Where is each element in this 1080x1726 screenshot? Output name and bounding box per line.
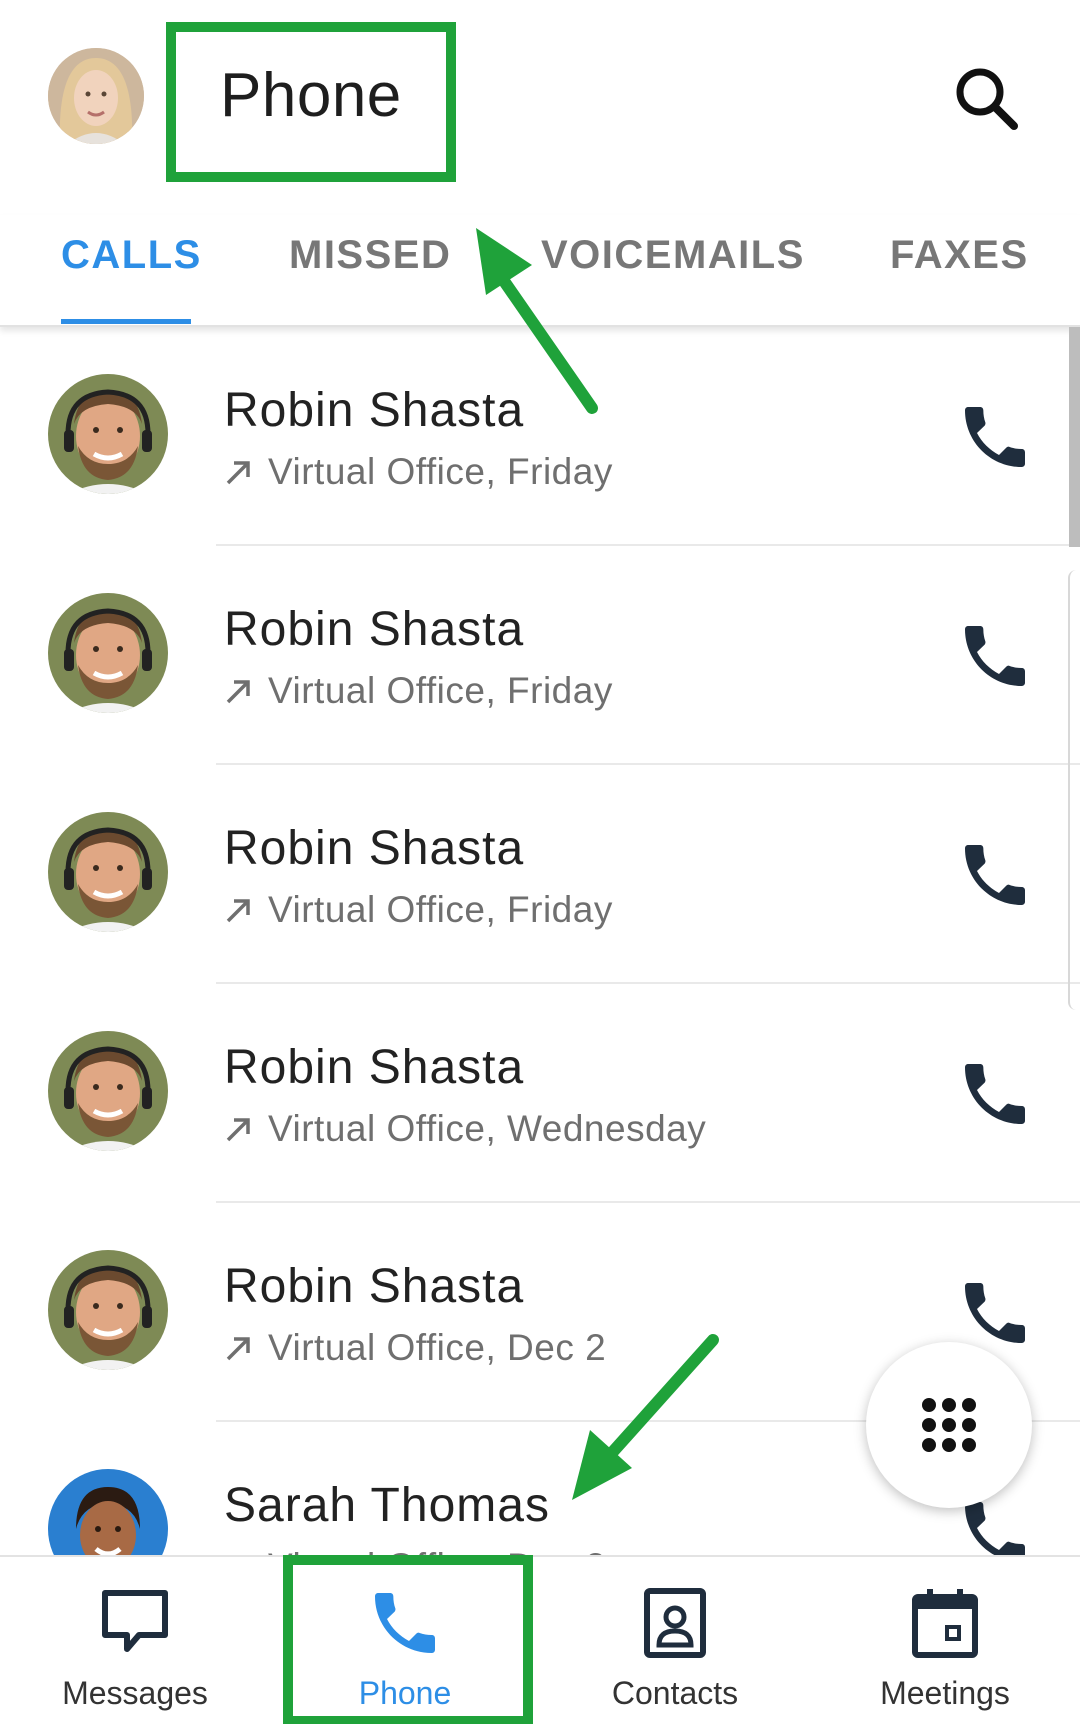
call-detail: Virtual Office, Dec 2	[224, 1327, 606, 1369]
call-button[interactable]	[955, 397, 1035, 477]
calendar-icon	[912, 1589, 978, 1658]
contact-avatar	[48, 593, 168, 713]
contact-name: Robin Shasta	[224, 603, 525, 656]
contact-name: Robin Shasta	[224, 1041, 525, 1094]
nav-label: Contacts	[611, 1675, 739, 1711]
tab-bar: CALLS MISSED VOICEMAILS FAXES	[0, 215, 1080, 327]
contact-name: Sarah Thomas	[224, 1479, 550, 1532]
contact-avatar	[48, 1031, 168, 1151]
call-button[interactable]	[955, 1273, 1035, 1353]
contact-name: Robin Shasta	[224, 1260, 525, 1313]
phone-icon	[965, 407, 1025, 467]
bottom-navigation: Messages Phone Contacts Meetings	[0, 1555, 1080, 1726]
tab-voicemails[interactable]: VOICEMAILS	[541, 233, 805, 278]
contact-avatar	[48, 812, 168, 932]
active-tab-indicator	[61, 319, 191, 324]
search-button[interactable]	[950, 62, 1022, 134]
phone-icon	[965, 1283, 1025, 1343]
outgoing-call-icon	[226, 1118, 250, 1142]
call-button[interactable]	[955, 616, 1035, 696]
search-icon	[956, 68, 1018, 130]
man-avatar-icon	[48, 593, 168, 713]
outgoing-call-icon	[226, 680, 250, 704]
tab-faxes[interactable]: FAXES	[890, 233, 1029, 278]
profile-avatar[interactable]	[48, 48, 144, 144]
contact-avatar	[48, 1250, 168, 1370]
call-detail-text: Virtual Office, Friday	[268, 451, 613, 492]
page-title: Phone	[220, 61, 402, 130]
contact-avatar	[48, 374, 168, 494]
list-item[interactable]: Robin Shasta Virtual Office, Wednesday	[0, 984, 1080, 1203]
man-avatar-icon	[48, 1250, 168, 1370]
scrollbar-thumb[interactable]	[1069, 327, 1080, 547]
nav-messages[interactable]: Messages	[0, 1557, 270, 1726]
call-detail-text: Virtual Office, Friday	[268, 889, 613, 930]
contact-avatar	[48, 1469, 168, 1555]
nav-meetings[interactable]: Meetings	[810, 1557, 1080, 1726]
tab-missed[interactable]: MISSED	[289, 233, 451, 278]
call-detail-text: Virtual Office, Dec 2	[268, 1327, 607, 1368]
call-detail: Virtual Office, Wednesday	[224, 1108, 706, 1150]
nav-label: Meetings	[880, 1675, 1010, 1711]
outgoing-call-icon	[226, 461, 250, 485]
phone-icon	[965, 626, 1025, 686]
dialpad-icon	[922, 1398, 976, 1452]
contacts-icon	[644, 1588, 706, 1658]
call-button[interactable]	[955, 835, 1035, 915]
outgoing-call-icon	[226, 899, 250, 923]
dialpad-button[interactable]	[866, 1342, 1032, 1508]
call-detail: Virtual Office, Friday	[224, 889, 613, 931]
man-avatar-icon	[48, 812, 168, 932]
contact-name: Robin Shasta	[224, 822, 525, 875]
call-detail-text: Virtual Office, Friday	[268, 670, 613, 711]
scrollbar-track[interactable]	[1068, 570, 1080, 1010]
man-avatar-icon	[48, 1031, 168, 1151]
tab-calls[interactable]: CALLS	[61, 233, 202, 278]
man-avatar-icon	[48, 374, 168, 494]
woman-avatar-icon	[48, 1469, 168, 1555]
list-item[interactable]: Robin Shasta Virtual Office, Friday	[0, 765, 1080, 984]
app-header: Phone	[0, 0, 1080, 200]
call-detail: Virtual Office, Friday	[224, 451, 613, 493]
list-item[interactable]: Robin Shasta Virtual Office, Friday	[0, 327, 1080, 546]
list-item[interactable]: Robin Shasta Virtual Office, Friday	[0, 546, 1080, 765]
message-icon	[102, 1590, 168, 1652]
call-detail-text: Virtual Office, Wednesday	[268, 1108, 707, 1149]
woman-avatar-icon	[48, 48, 144, 144]
nav-contacts[interactable]: Contacts	[540, 1557, 810, 1726]
phone-icon	[965, 845, 1025, 905]
phone-icon	[965, 1064, 1025, 1124]
phone-nav-highlight-box	[283, 1555, 533, 1724]
outgoing-call-icon	[226, 1337, 250, 1361]
call-detail-text: Virtual Office, Dec 2	[268, 1546, 606, 1555]
call-button[interactable]	[955, 1054, 1035, 1134]
call-detail: Virtual Office, Dec 2	[224, 1546, 606, 1555]
call-detail: Virtual Office, Friday	[224, 670, 613, 712]
contact-name: Robin Shasta	[224, 384, 525, 437]
nav-label: Messages	[62, 1675, 208, 1711]
